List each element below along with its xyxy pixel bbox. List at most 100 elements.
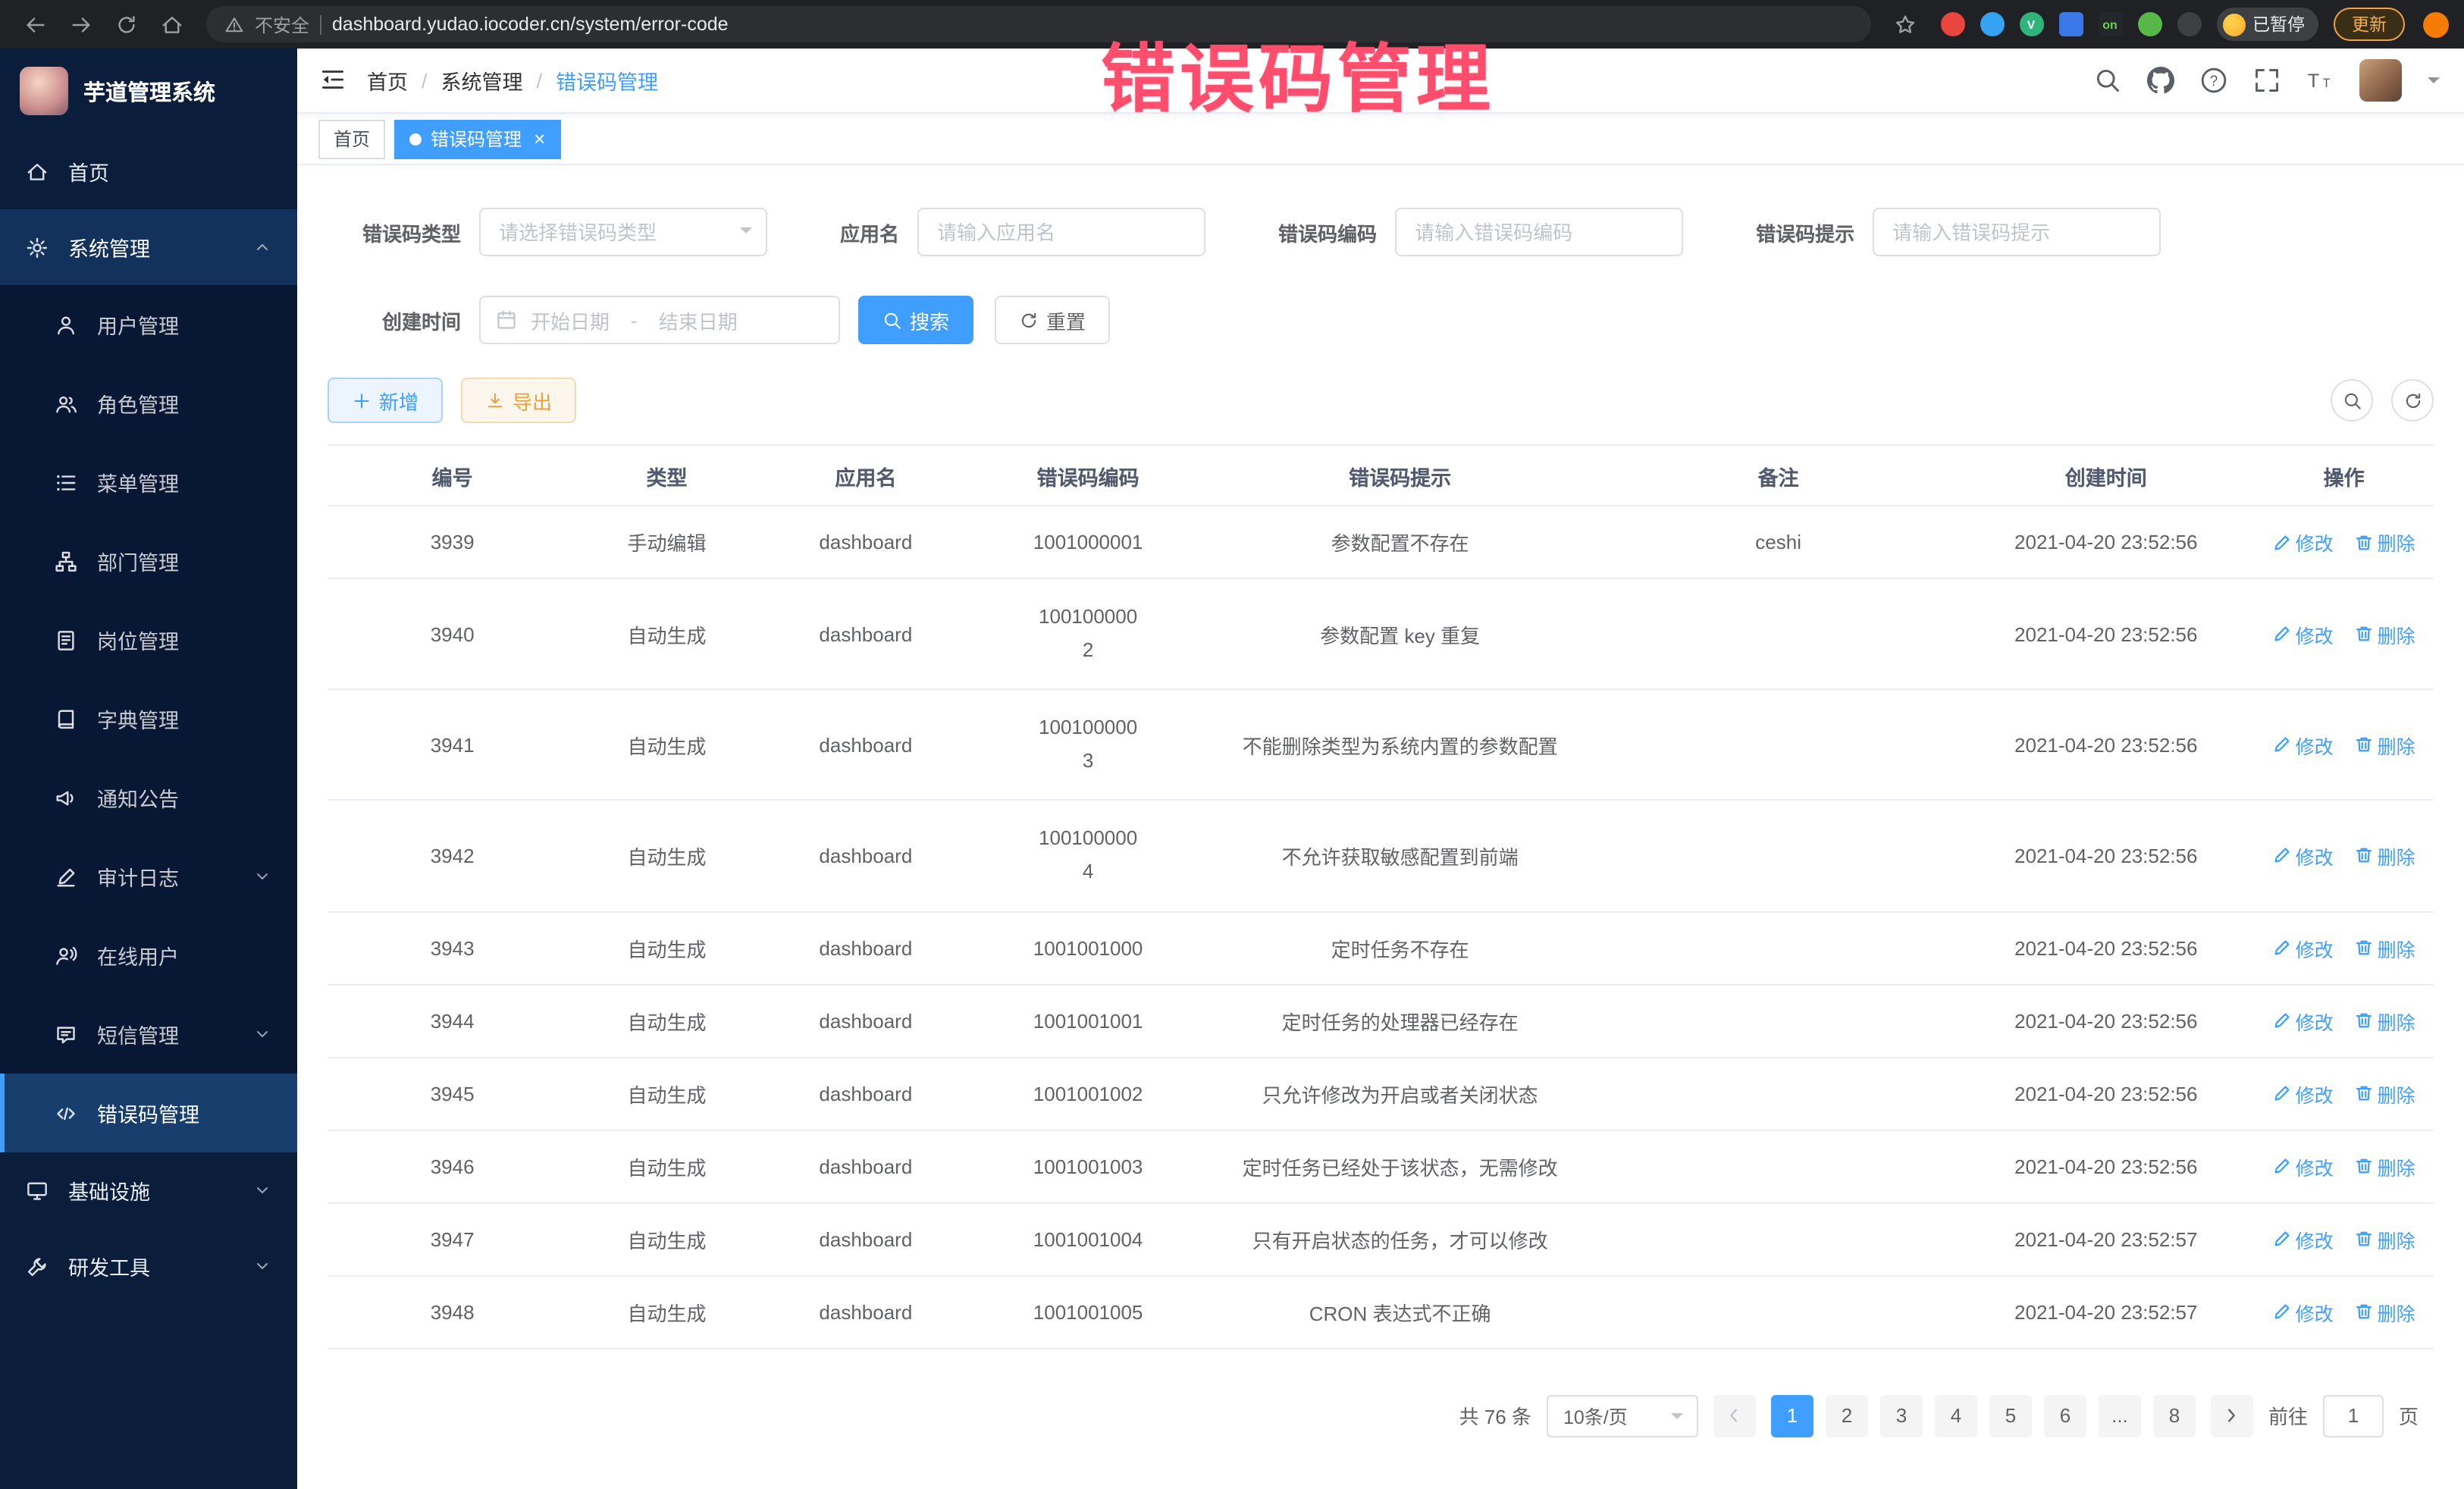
sidebar-item-sms[interactable]: 短信管理 — [0, 995, 297, 1074]
error-code-input[interactable] — [1395, 208, 1683, 256]
sidebar-item-dept[interactable]: 部门管理 — [0, 522, 297, 600]
extension-green-circle-icon[interactable] — [2137, 12, 2161, 36]
font-size-icon[interactable]: TT — [2306, 67, 2334, 94]
sidebar-item-dict[interactable]: 字典管理 — [0, 679, 297, 758]
page-size-select[interactable]: 10条/页 — [1547, 1394, 1698, 1437]
breadcrumb-item-home[interactable]: 首页 — [367, 65, 408, 96]
reset-button[interactable]: 重置 — [995, 296, 1110, 344]
page-button-1[interactable]: 1 — [1771, 1394, 1814, 1437]
app-logo[interactable]: 芋道管理系统 — [0, 49, 297, 133]
date-range-picker[interactable]: 开始日期 - 结束日期 — [479, 296, 840, 344]
extension-green-badge-icon[interactable]: V — [2019, 12, 2043, 36]
page-button-2[interactable]: 2 — [1826, 1394, 1868, 1437]
edit-link[interactable]: 修改 — [2273, 1006, 2334, 1035]
close-icon[interactable]: × — [534, 129, 545, 149]
bookmark-star-icon[interactable] — [1886, 5, 1925, 44]
help-icon[interactable]: ? — [2200, 67, 2227, 94]
toggle-search-icon[interactable] — [2331, 379, 2373, 422]
edit-link[interactable]: 修改 — [2273, 1079, 2334, 1108]
delete-link[interactable]: 删除 — [2355, 842, 2415, 870]
tab-error-code[interactable]: 错误码管理 × — [394, 119, 560, 158]
edit-link[interactable]: 修改 — [2273, 619, 2334, 648]
sidebar-item-online[interactable]: 在线用户 — [0, 916, 297, 995]
sidebar-item-gear[interactable]: 系统管理 — [0, 209, 297, 285]
sidebar-item-label: 在线用户 — [97, 940, 179, 970]
search-button[interactable]: 搜索 — [858, 296, 973, 344]
app-name-field[interactable] — [917, 208, 1205, 256]
update-button[interactable]: 更新 — [2334, 8, 2405, 41]
add-button[interactable]: 新增 — [328, 378, 443, 423]
cell-app: dashboard — [757, 801, 975, 911]
page-button-3[interactable]: 3 — [1880, 1394, 1923, 1437]
home-icon[interactable] — [152, 5, 191, 44]
goto-page-input[interactable] — [2323, 1394, 2384, 1437]
sidebar-item-menu[interactable]: 菜单管理 — [0, 443, 297, 522]
sidebar-item-infra[interactable]: 基础设施 — [0, 1152, 297, 1228]
error-msg-field[interactable] — [1873, 208, 2161, 256]
sidebar-item-tools[interactable]: 研发工具 — [0, 1228, 297, 1304]
page-button-6[interactable]: 6 — [2044, 1394, 2086, 1437]
page-button-8[interactable]: 8 — [2153, 1394, 2196, 1437]
extension-blue-drop-icon[interactable] — [1980, 12, 2004, 36]
sidebar-item-home[interactable]: 首页 — [0, 133, 297, 209]
error-code-field[interactable] — [1395, 208, 1683, 256]
forward-icon[interactable] — [61, 5, 100, 44]
next-page-button[interactable] — [2211, 1394, 2253, 1437]
refresh-icon[interactable] — [2391, 379, 2434, 422]
sidebar-item-label: 错误码管理 — [97, 1098, 199, 1128]
extension-on-badge-icon[interactable]: on — [2098, 12, 2122, 36]
delete-link[interactable]: 删除 — [2355, 528, 2415, 556]
edit-link[interactable]: 修改 — [2273, 1297, 2334, 1326]
filter-row-1: 错误码类型 应用名 错误码编码 — [328, 208, 2434, 256]
delete-link[interactable]: 删除 — [2355, 1224, 2415, 1253]
sidebar-item-post[interactable]: 岗位管理 — [0, 600, 297, 679]
prev-page-button[interactable] — [1713, 1394, 1756, 1437]
fullscreen-icon[interactable] — [2253, 67, 2281, 94]
paused-badge[interactable]: 已暂停 — [2216, 8, 2318, 41]
error-type-select[interactable] — [479, 208, 767, 256]
edit-link[interactable]: 修改 — [2273, 731, 2334, 760]
address-bar[interactable]: 不安全 dashboard.yudao.iocoder.cn/system/er… — [206, 6, 1870, 42]
edit-link[interactable]: 修改 — [2273, 1152, 2334, 1180]
delete-link[interactable]: 删除 — [2355, 1006, 2415, 1035]
reload-icon[interactable] — [106, 5, 146, 44]
delete-link[interactable]: 删除 — [2355, 933, 2415, 962]
chevron-down-icon[interactable] — [2428, 77, 2440, 89]
extension-red-circle-icon[interactable] — [1940, 12, 1964, 36]
edit-link[interactable]: 修改 — [2273, 1224, 2334, 1253]
cell-remark — [1599, 1057, 1958, 1130]
sidebar-item-user[interactable]: 用户管理 — [0, 285, 297, 364]
page-button-4[interactable]: 4 — [1935, 1394, 1977, 1437]
edit-link[interactable]: 修改 — [2273, 528, 2334, 556]
edit-link[interactable]: 修改 — [2273, 933, 2334, 962]
page-button-5[interactable]: 5 — [1989, 1394, 2032, 1437]
delete-link[interactable]: 删除 — [2355, 1152, 2415, 1180]
sidebar-item-notice[interactable]: 通知公告 — [0, 758, 297, 837]
cell-actions: 修改删除 — [2254, 1275, 2434, 1348]
github-icon[interactable] — [2147, 67, 2174, 94]
extension-dark-pin-icon[interactable] — [2177, 12, 2201, 36]
delete-link[interactable]: 删除 — [2355, 619, 2415, 648]
sidebar-toggle-icon[interactable] — [318, 65, 349, 96]
sidebar-item-role[interactable]: 角色管理 — [0, 364, 297, 443]
page-more-button[interactable]: ... — [2099, 1394, 2141, 1437]
table-row: 3943自动生成dashboard1001001000定时任务不存在2021-0… — [328, 911, 2434, 984]
delete-link[interactable]: 删除 — [2355, 731, 2415, 760]
error-msg-input[interactable] — [1873, 208, 2161, 256]
delete-link[interactable]: 删除 — [2355, 1297, 2415, 1326]
breadcrumb-item-system[interactable]: 系统管理 — [441, 65, 523, 96]
extension-blue-grid-icon[interactable] — [2058, 12, 2083, 36]
tab-home[interactable]: 首页 — [318, 119, 385, 158]
sidebar-item-audit[interactable]: 审计日志 — [0, 837, 297, 916]
delete-link[interactable]: 删除 — [2355, 1079, 2415, 1108]
search-icon[interactable] — [2094, 67, 2121, 94]
edit-link[interactable]: 修改 — [2273, 842, 2334, 870]
app-name-input[interactable] — [917, 208, 1205, 256]
user-avatar[interactable] — [2359, 59, 2402, 102]
error-type-input[interactable] — [479, 208, 767, 256]
export-button[interactable]: 导出 — [461, 378, 576, 423]
browser-profile-avatar[interactable] — [2423, 11, 2449, 37]
back-icon[interactable] — [15, 5, 55, 44]
table-header-row: 编号 类型 应用名 错误码编码 错误码提示 备注 创建时间 操作 — [328, 445, 2434, 506]
sidebar-item-error-code[interactable]: 错误码管理 — [0, 1074, 297, 1152]
